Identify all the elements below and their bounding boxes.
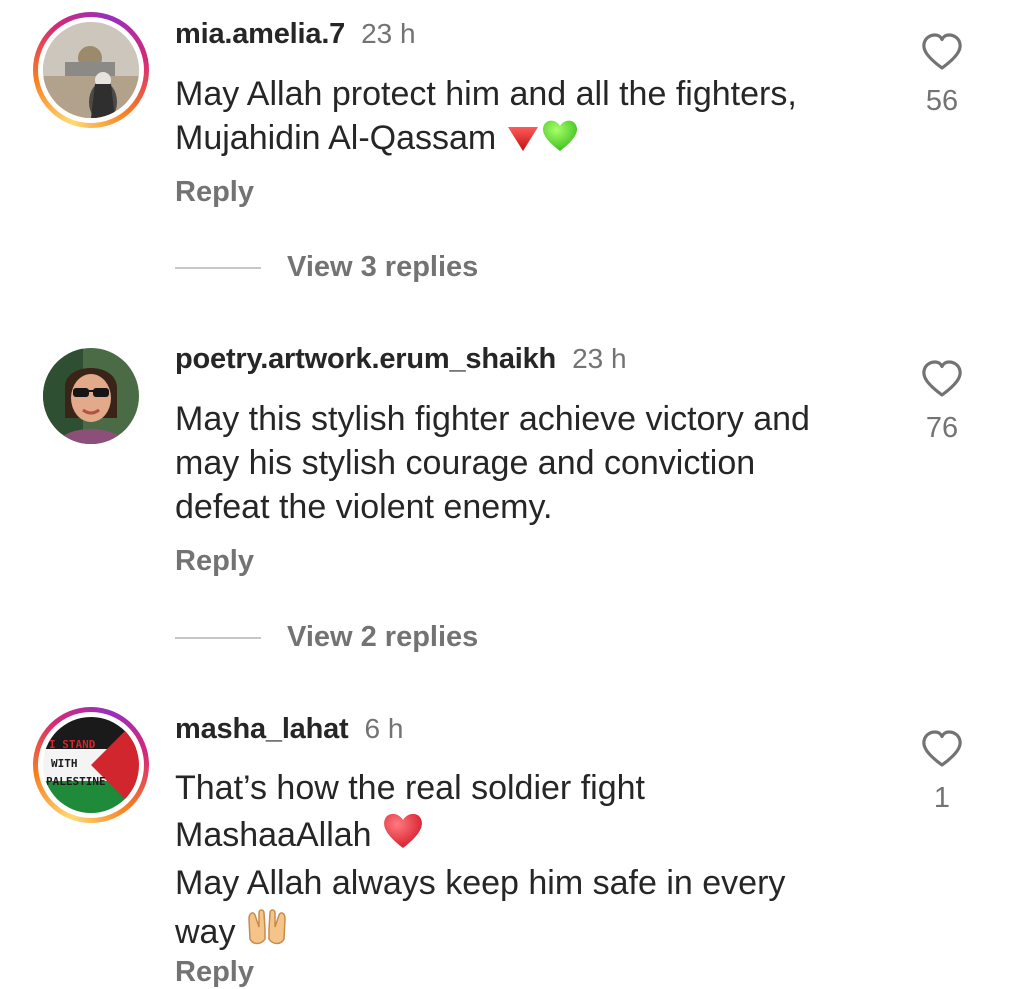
like-count: 76 [925,412,959,444]
reply-button[interactable]: Reply [175,176,254,209]
avatar-text: PALESTINE [46,775,106,788]
timestamp: 23 h [361,18,416,49]
heart-outline-icon [922,33,962,70]
like-button[interactable]: 1 [918,730,966,815]
reply-button[interactable]: Reply [175,956,254,989]
palms-up-together-icon [245,905,289,958]
avatar [43,22,139,118]
view-replies-button[interactable]: View 3 replies [175,251,478,284]
avatar-story-ring[interactable]: I STAND WITH PALESTINE [33,707,149,823]
avatar-text: I STAND [49,738,96,751]
like-button[interactable]: 76 [918,360,966,445]
woman-sunglasses-photo-icon [43,348,139,444]
comment-text: May Allah protect him and all the fighte… [175,72,875,164]
red-triangle-down-icon [506,120,540,164]
heart-outline-icon [922,360,962,397]
username[interactable]: mia.amelia.7 [175,18,345,51]
divider [175,266,261,269]
avatar-story-ring[interactable] [33,12,149,128]
comment-text-line: MashaaAllah [175,810,875,861]
reply-button[interactable]: Reply [175,545,254,578]
comment-header: masha_lahat 6 h [175,713,403,746]
timestamp: 6 h [364,713,404,744]
like-count: 56 [925,85,959,117]
like-count: 1 [933,782,951,814]
view-replies-button[interactable]: View 2 replies [175,621,478,654]
comment-header: poetry.artwork.erum_shaikh 23 h [175,343,627,376]
username[interactable]: poetry.artwork.erum_shaikh [175,343,556,376]
comment-text: That’s how the real soldier fight Mashaa… [175,766,875,958]
comment-header: mia.amelia.7 23 h [175,18,416,51]
avatar: I STAND WITH PALESTINE [43,717,139,813]
red-heart-icon [381,810,425,861]
al-aqsa-photo-icon [43,22,139,118]
divider [175,636,261,639]
view-replies-label: View 2 replies [287,621,479,653]
avatar-wrapper[interactable] [33,338,149,454]
comment-text: May this stylish fighter achieve victory… [175,400,810,526]
view-replies-label: View 3 replies [287,251,479,283]
avatar [43,348,139,444]
green-heart-icon [540,117,580,164]
comment-text-line: way [175,905,875,958]
username[interactable]: masha_lahat [175,713,349,746]
palestine-flag-icon: I STAND WITH PALESTINE [43,717,139,813]
avatar-text: WITH [51,757,78,770]
timestamp: 23 h [572,343,627,374]
like-button[interactable]: 56 [918,33,966,118]
heart-outline-icon [922,730,962,767]
comment-text-line: That’s how the real soldier fight [175,769,645,807]
comment-text-line: May Allah always keep him safe in every [175,864,786,902]
